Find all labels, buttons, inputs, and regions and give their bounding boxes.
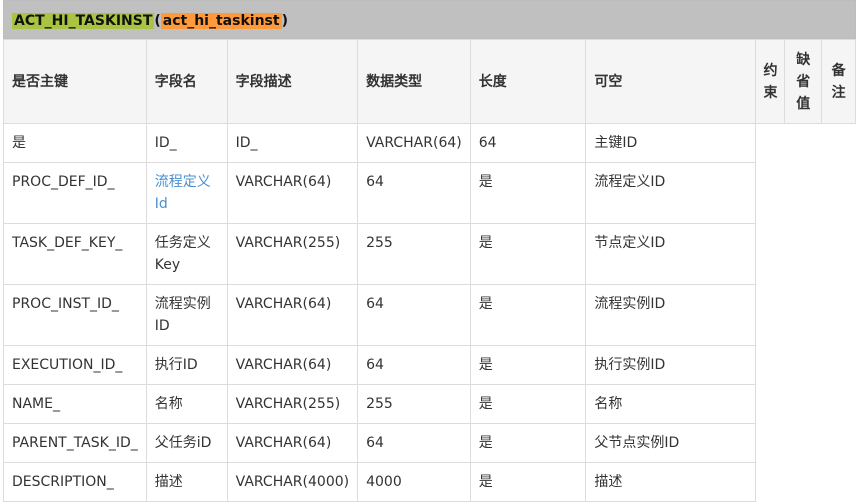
table-title-name: act_hi_taskinst <box>160 13 282 29</box>
page: ACT_HI_TASKINST(act_hi_taskinst) 是否主键 字段… <box>0 0 856 502</box>
empty-cell <box>756 224 856 285</box>
table-cell: PROC_INST_ID_ <box>3 284 147 346</box>
table-cell: 255 <box>357 223 471 285</box>
table-cell: EXECUTION_ID_ <box>3 345 147 385</box>
table-cell: 父节点实例ID <box>585 423 757 463</box>
table-cell: 流程定义ID <box>585 162 757 224</box>
title-close-paren: ) <box>281 13 288 29</box>
table-cell: ID_ <box>145 123 228 163</box>
header-field-description: 字段描述 <box>226 39 359 124</box>
table-cell: 是 <box>469 384 587 424</box>
table-cell: 流程实例ID <box>145 284 228 346</box>
table-cell: 是 <box>469 462 587 502</box>
table-cell: 是 <box>469 284 587 346</box>
table-title-bar: ACT_HI_TASKINST(act_hi_taskinst) <box>3 0 856 39</box>
header-length: 长度 <box>469 39 587 124</box>
table-cell: VARCHAR(64) <box>226 423 359 463</box>
table-row: NAME_ 名称 VARCHAR(255) 255 是 名称 <box>3 384 856 424</box>
table-cell: 64 <box>357 162 471 224</box>
table-cell: DESCRIPTION_ <box>3 462 147 502</box>
header-field-name: 字段名 <box>145 39 228 124</box>
table-cell: 节点定义ID <box>585 223 757 285</box>
table-cell: 4000 <box>357 462 471 502</box>
table-cell: 是 <box>469 162 587 224</box>
table-cell: 是 <box>469 345 587 385</box>
header-remark: 备注 <box>821 39 856 124</box>
table-cell: 是 <box>3 123 147 163</box>
table-cell: 执行ID <box>145 345 228 385</box>
title-open-paren: ( <box>154 13 161 29</box>
table-cell: TASK_DEF_KEY_ <box>3 223 147 285</box>
empty-cell <box>756 124 856 163</box>
table-cell-link[interactable]: 流程定义Id <box>145 162 228 224</box>
empty-cell <box>756 463 856 502</box>
table-row: PARENT_TASK_ID_ 父任务iD VARCHAR(64) 64 是 父… <box>3 423 856 463</box>
table-cell: NAME_ <box>3 384 147 424</box>
empty-cell <box>756 163 856 224</box>
table-row: PROC_INST_ID_ 流程实例ID VARCHAR(64) 64 是 流程… <box>3 284 856 346</box>
table-cell: 描述 <box>145 462 228 502</box>
header-is-primary-key: 是否主键 <box>3 39 147 124</box>
table-cell: 是 <box>469 223 587 285</box>
table-cell: VARCHAR(255) <box>226 223 359 285</box>
table-cell: 名称 <box>145 384 228 424</box>
table-cell: 描述 <box>585 462 757 502</box>
header-nullable: 可空 <box>585 39 757 124</box>
table-cell: 名称 <box>585 384 757 424</box>
header-constraint: 约束 <box>755 39 786 124</box>
table-cell: VARCHAR(64) <box>226 345 359 385</box>
table-row: 是 ID_ ID_ VARCHAR(64) 64 主键ID <box>3 123 856 163</box>
table-row: DESCRIPTION_ 描述 VARCHAR(4000) 4000 是 描述 <box>3 462 856 502</box>
table-cell: 流程实例ID <box>585 284 757 346</box>
header-data-type: 数据类型 <box>357 39 471 124</box>
table-cell: PARENT_TASK_ID_ <box>3 423 147 463</box>
table-row: TASK_DEF_KEY_ 任务定义Key VARCHAR(255) 255 是… <box>3 223 856 285</box>
field-table: 是否主键 字段名 字段描述 数据类型 长度 可空 约束 缺省值 备注 是 ID_… <box>3 39 856 502</box>
header-default-value: 缺省值 <box>784 39 823 124</box>
table-title: ACT_HI_TASKINST(act_hi_taskinst) <box>12 10 288 32</box>
empty-cell <box>756 424 856 463</box>
table-cell: VARCHAR(64) <box>357 123 471 163</box>
table-cell: VARCHAR(64) <box>226 162 359 224</box>
table-cell: 父任务iD <box>145 423 228 463</box>
table-cell: 是 <box>469 423 587 463</box>
header-row: 是否主键 字段名 字段描述 数据类型 长度 可空 约束 缺省值 备注 <box>3 39 856 124</box>
table-cell: 64 <box>357 345 471 385</box>
table-cell: 64 <box>469 123 587 163</box>
empty-cell <box>756 385 856 424</box>
table-cell: 64 <box>357 284 471 346</box>
table-row: PROC_DEF_ID_ 流程定义Id VARCHAR(64) 64 是 流程定… <box>3 162 856 224</box>
table-cell: 255 <box>357 384 471 424</box>
table-title-prefix: ACT_HI_TASKINST <box>12 13 155 29</box>
table-cell: 执行实例ID <box>585 345 757 385</box>
table-cell: 64 <box>357 423 471 463</box>
table-cell: PROC_DEF_ID_ <box>3 162 147 224</box>
table-cell: VARCHAR(4000) <box>226 462 359 502</box>
empty-cell <box>756 346 856 385</box>
table-row: EXECUTION_ID_ 执行ID VARCHAR(64) 64 是 执行实例… <box>3 345 856 385</box>
table-cell: VARCHAR(255) <box>226 384 359 424</box>
table-cell: 任务定义Key <box>145 223 228 285</box>
table-cell: ID_ <box>226 123 359 163</box>
empty-cell <box>756 285 856 346</box>
table-cell: VARCHAR(64) <box>226 284 359 346</box>
table-cell: 主键ID <box>585 123 757 163</box>
